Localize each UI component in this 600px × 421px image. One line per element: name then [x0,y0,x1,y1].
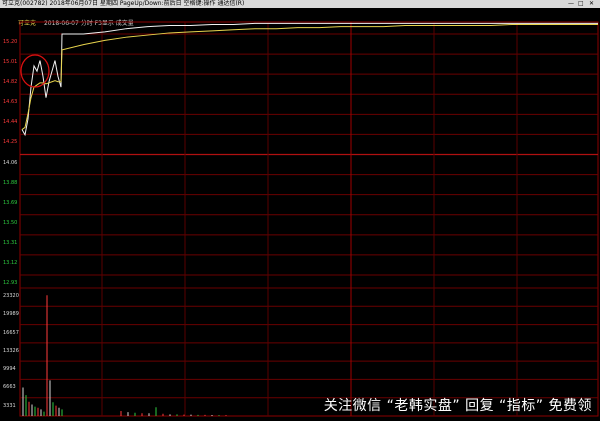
volume-tick-label: 19989 [3,311,19,318]
chart-frame [19,21,599,417]
price-tick-label: 14.25 [3,139,18,146]
price-tick-label: 13.69 [3,199,18,206]
minimize-button[interactable]: — [568,0,574,8]
volume-tick-label: 6663 [3,384,16,391]
price-tick-label: 13.88 [3,179,18,186]
window-titlebar: 可立克(002782) 2018年06月07日 星期四 PageUp/Down:… [0,0,600,8]
highlight-circle [20,54,50,88]
price-tick-label: 15.20 [3,39,18,45]
volume-tick-label: 16657 [3,329,19,336]
window-title: 可立克(002782) 2018年06月07日 星期四 PageUp/Down:… [2,0,245,7]
price-tick-label: 14.44 [3,119,18,126]
maximize-button[interactable]: □ [578,0,584,8]
volume-tick-label: 9994 [3,366,16,373]
price-tick-label: 12.93 [3,280,18,286]
volume-tick-label: 13326 [3,347,19,354]
price-tick-label: 14.82 [3,79,18,86]
price-tick-label: 14.63 [3,99,18,106]
chart-canvas [19,21,599,417]
volume-tick-label: 23320 [3,293,19,299]
volume-tick-label: 3331 [3,402,16,409]
price-tick-label: 14.06 [3,159,18,166]
price-tick-label: 15.01 [3,59,18,66]
price-tick-label: 13.50 [3,219,18,226]
price-tick-label: 13.31 [3,239,18,246]
intraday-chart[interactable]: 可立克 2018-06-07 分时 F3显示 成交量 15.20 15.01 14.… [0,8,600,421]
price-tick-label: 13.12 [3,259,18,266]
average-price-line [21,23,598,130]
close-button[interactable]: ✕ [589,0,594,8]
promo-watermark: 关注微信 “老韩实盘” 回复 “指标” 免费领 [323,398,592,414]
